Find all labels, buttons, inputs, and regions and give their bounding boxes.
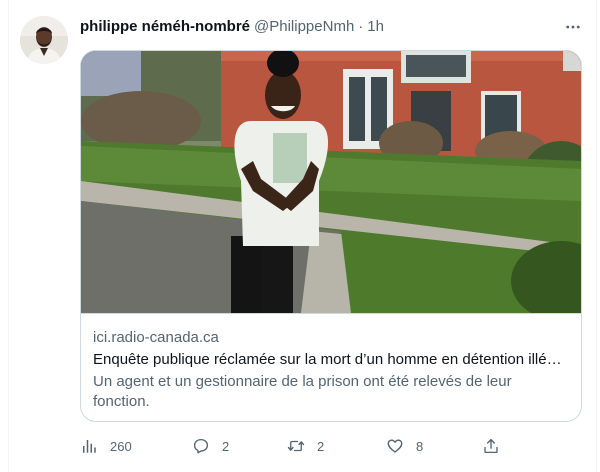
retweet-button[interactable]: 2 bbox=[287, 432, 324, 460]
card-description: Un agent et un gestionnaire de la prison… bbox=[93, 373, 512, 410]
reply-icon bbox=[193, 438, 209, 454]
like-button[interactable]: 8 bbox=[386, 432, 423, 460]
tweet-timestamp[interactable]: 1h bbox=[367, 18, 384, 35]
avatar-photo bbox=[20, 16, 68, 64]
like-count: 8 bbox=[416, 438, 424, 454]
reply-button[interactable]: 2 bbox=[192, 432, 229, 460]
author-avatar[interactable] bbox=[20, 16, 68, 64]
card-title: Enquête publique réclamée sur la mort d’… bbox=[93, 351, 562, 368]
reply-count: 2 bbox=[222, 438, 230, 454]
retweet-count: 2 bbox=[317, 438, 325, 454]
more-horizontal-icon bbox=[566, 25, 580, 29]
share-button[interactable] bbox=[482, 432, 500, 460]
more-options-button[interactable] bbox=[562, 16, 584, 38]
separator-dot: · bbox=[358, 18, 364, 35]
link-preview-card[interactable]: ici.radio-canada.ca Enquête publique réc… bbox=[80, 50, 582, 422]
card-image[interactable] bbox=[81, 51, 581, 313]
card-body: ici.radio-canada.ca Enquête publique réc… bbox=[81, 313, 581, 421]
retweet-icon bbox=[287, 440, 305, 452]
share-icon bbox=[484, 438, 498, 454]
author-display-name[interactable]: philippe néméh-nombré bbox=[80, 18, 250, 35]
author-handle[interactable]: @PhilippeNmh bbox=[254, 18, 354, 35]
heart-icon bbox=[387, 439, 403, 453]
tweet-action-bar: 260 2 2 8 bbox=[80, 432, 582, 460]
views-count: 260 bbox=[110, 438, 132, 454]
timeline-border-right bbox=[596, 0, 597, 472]
views-button[interactable]: 260 bbox=[80, 432, 132, 460]
timeline-border-left bbox=[8, 0, 9, 472]
tweet-header: philippe néméh-nombré @PhilippeNmh · 1h bbox=[80, 18, 384, 35]
article-photo bbox=[81, 51, 581, 313]
card-domain: ici.radio-canada.ca bbox=[93, 329, 219, 346]
bar-chart-icon bbox=[83, 440, 96, 453]
